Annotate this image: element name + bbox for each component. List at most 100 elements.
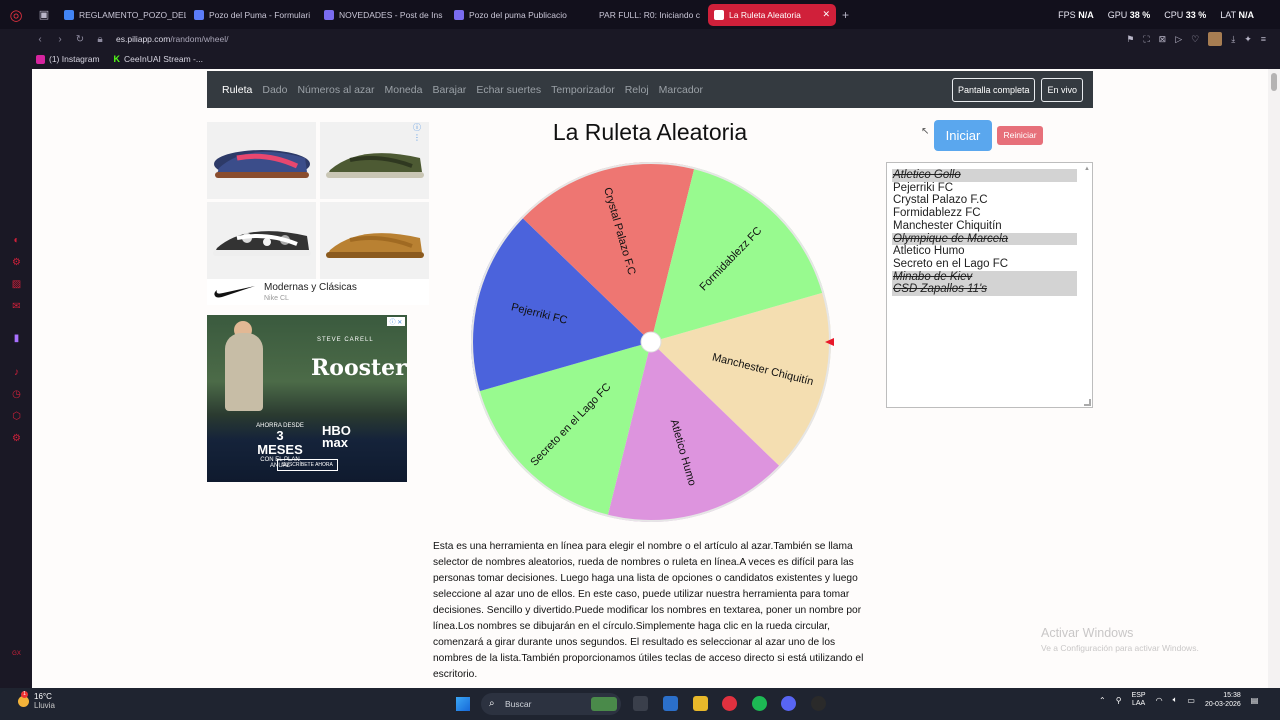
reset-button[interactable]: Reiniciar [997, 126, 1043, 145]
name-entry[interactable]: Pejerriki FC [892, 182, 1077, 195]
browser-tab[interactable]: NOVEDADES - Post de Ins [318, 4, 446, 26]
tray-chevron-icon[interactable]: ⌃ [1099, 696, 1106, 705]
name-entry[interactable]: Secreto en el Lago FC [892, 258, 1077, 271]
new-tab-button[interactable]: + [842, 8, 849, 22]
wheel-group[interactable]: Manchester ChiquitínAtletico HumoSecreto… [471, 162, 831, 522]
nav-link[interactable]: Temporizador [551, 84, 615, 96]
browser-tab[interactable]: La Ruleta Aleatoria ✕ [708, 3, 836, 26]
clock[interactable]: 15:38 20-03-2026 [1205, 691, 1241, 709]
nike-ad-footer[interactable]: Modernas y Clásicas Nike CL [207, 279, 429, 305]
profile-avatar[interactable] [1208, 32, 1223, 46]
ai-icon[interactable]: ✦ [1244, 34, 1252, 45]
fullscreen-button[interactable]: Pantalla completa [951, 77, 1036, 102]
nav-link[interactable]: Dado [262, 84, 287, 96]
spotify-icon[interactable] [752, 696, 767, 711]
name-entry[interactable]: Atletico Humo [892, 245, 1077, 258]
forward-icon[interactable]: › [50, 34, 70, 45]
vpn-icon[interactable]: ⊠ [1159, 34, 1167, 45]
nav-link[interactable]: Barajar [432, 84, 466, 96]
download-icon[interactable]: ⤓ [1231, 34, 1235, 45]
nav-link[interactable]: Reloj [625, 84, 649, 96]
tab-close-icon[interactable]: ✕ [822, 9, 830, 20]
opera-gx-logo-icon[interactable]: ◎ [0, 0, 32, 29]
struck-entry[interactable]: Minabo de Kiev [892, 270, 1077, 284]
ad-actor: STEVE CARELL [317, 337, 374, 343]
heart-icon[interactable]: ♡ [1191, 34, 1199, 45]
ad-close-icon[interactable]: ⓘ ✕ [387, 317, 405, 326]
sidebar-speed-dial-icon[interactable]: ◐ [11, 235, 22, 246]
clock-time: 15:38 [1223, 692, 1241, 699]
browser-tab[interactable]: PAR FULL: R0: Iniciando c [578, 4, 706, 26]
menu-icon[interactable]: ≡ [1261, 34, 1266, 44]
sidebar-history-icon[interactable]: ◷ [11, 389, 22, 400]
nav-link[interactable]: Números al azar [297, 84, 374, 96]
discord-icon[interactable] [781, 696, 796, 711]
names-textarea[interactable]: Atletico Gollo Pejerriki FC Crystal Palazo… [886, 162, 1093, 408]
shoe-image-4[interactable] [320, 202, 429, 279]
live-button[interactable]: En vivo [1041, 77, 1083, 102]
shoe-image-1[interactable] [207, 122, 316, 199]
nav-link[interactable]: Echar suertes [476, 84, 541, 96]
wifi-icon[interactable]: ◠ [1156, 696, 1163, 705]
bookmark-instagram[interactable]: (1) Instagram [36, 54, 100, 64]
bookmark-label: (1) Instagram [49, 54, 100, 64]
battery-icon[interactable]: ▭ [1187, 696, 1195, 705]
browser-tab[interactable]: REGLAMENTO_POZO_DEL [58, 4, 186, 26]
nav-link[interactable]: Moneda [385, 84, 423, 96]
bookmark-label: CeeInUAI Stream -... [124, 54, 203, 64]
name-entry[interactable]: Formidablezz FC [892, 207, 1077, 220]
nav-link[interactable]: Marcador [659, 84, 703, 96]
reload-icon[interactable]: ↻ [70, 34, 90, 45]
hbo-brand-2: max [322, 435, 349, 450]
name-entry[interactable]: Manchester Chiquitín [892, 220, 1077, 233]
sidebar-music-icon[interactable]: ♪ [11, 367, 22, 378]
screenshot-icon[interactable]: ⛶ [1143, 34, 1149, 45]
struck-entry[interactable]: CSD Zapallos 11's [892, 283, 1077, 297]
wheel-hub[interactable] [640, 331, 662, 353]
tab-label: PAR FULL: R0: Iniciando c [599, 9, 700, 20]
tray-app-icon[interactable]: ⚲ [1116, 696, 1122, 705]
taskbar-search[interactable]: ⌕ Buscar [481, 693, 621, 715]
bookmark-stream[interactable]: K CeeInUAI Stream -... [114, 54, 203, 64]
sidebar-gx-control-icon[interactable]: ⚙ [11, 257, 22, 268]
bookmark-page-icon[interactable]: ⚑ [1126, 34, 1134, 45]
shoe-image-3[interactable] [207, 202, 316, 279]
ad-info-icon[interactable]: ⓘ ⋮ [413, 122, 429, 142]
sidebar-extensions-icon[interactable]: ⬡ [11, 411, 22, 422]
file-explorer-icon[interactable] [693, 696, 708, 711]
wheel[interactable]: Manchester ChiquitínAtletico HumoSecreto… [468, 159, 834, 525]
page-scrollbar[interactable] [1268, 69, 1280, 688]
sidebar-mail-icon[interactable]: ✉ [11, 301, 22, 312]
opera-gx-taskbar-icon[interactable] [722, 696, 737, 711]
hbo-max-ad[interactable]: STEVE CARELL Rooster AHORRA DESDE 3 MESE… [207, 315, 407, 482]
notifications-icon[interactable]: ▤ [1251, 696, 1259, 705]
sidebar-gx-icon[interactable]: GX [11, 649, 22, 660]
language-indicator[interactable]: ESP LAA [1132, 692, 1146, 708]
start-button[interactable]: Iniciar [934, 120, 992, 151]
watermark-subtitle: Ve a Configuración para activar Windows. [1041, 643, 1199, 653]
obs-icon[interactable] [811, 696, 826, 711]
task-view-icon[interactable] [633, 696, 648, 711]
windows-start-icon[interactable] [456, 697, 470, 711]
weather-widget[interactable]: 1 16°C Lluvia [18, 690, 55, 710]
name-entry[interactable]: Crystal Palazo F.C [892, 194, 1077, 207]
url-field[interactable]: es.piliapp.com/random/wheel/ [116, 34, 228, 44]
store-app-icon[interactable] [663, 696, 678, 711]
back-icon[interactable]: ‹ [30, 34, 50, 45]
nav-link[interactable]: Ruleta [222, 84, 252, 96]
browser-tab[interactable]: Pozo del Puma - Formulari [188, 4, 316, 26]
struck-entry[interactable]: Atletico Gollo [892, 169, 1077, 182]
ad-subscribe-button[interactable]: SUSCRÍBETE AHORA [277, 459, 338, 471]
textarea-scroll-icon[interactable]: ▲ [1084, 166, 1090, 172]
struck-entry[interactable]: Olympique de Marcela [892, 232, 1077, 246]
site-navbar: Ruleta Dado Números al azar Moneda Barajar Ec… [207, 71, 1093, 108]
sidebar-settings-icon[interactable]: ⚙ [11, 433, 22, 444]
browser-tab[interactable]: Pozo del puma Publicacio [448, 4, 576, 26]
scrollbar-thumb[interactable] [1271, 73, 1277, 91]
sidebar-gx-corner-icon[interactable]: ▨ [11, 279, 22, 290]
player-icon[interactable]: ▷ [1175, 34, 1182, 45]
volume-icon[interactable]: 🔈︎ [1173, 695, 1178, 705]
workspaces-icon[interactable]: ▣ [32, 0, 56, 29]
sidebar-twitch-icon[interactable]: ▮ [11, 333, 22, 344]
textarea-resize-handle[interactable] [1084, 399, 1091, 406]
